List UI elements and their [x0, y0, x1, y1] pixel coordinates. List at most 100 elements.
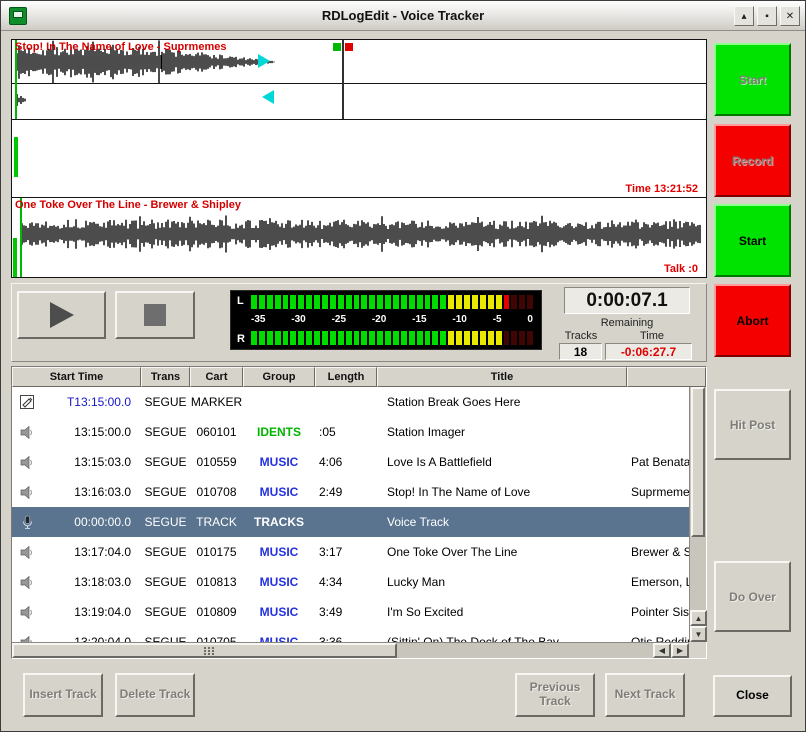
speaker-icon	[12, 575, 42, 590]
cell-group: MUSIC	[243, 605, 315, 619]
microphone-icon	[12, 515, 42, 530]
meter-segment	[354, 331, 360, 345]
waveform-pane-voice-track[interactable]: Time 13:21:52	[12, 119, 706, 198]
meter-segment	[496, 331, 502, 345]
shade-button[interactable]: ▴	[734, 6, 754, 26]
col-cart[interactable]: Cart	[190, 367, 243, 387]
play-button[interactable]	[17, 291, 106, 339]
horizontal-scrollbar-thumb[interactable]	[12, 643, 397, 658]
close-window-button[interactable]: ✕	[780, 6, 800, 26]
start-next-track-button[interactable]: Start	[714, 204, 791, 277]
waveform-pane-previous-track[interactable]: Stop! In The Name of Love - Suprmemes	[12, 40, 706, 119]
cell-trans: SEGUE	[141, 425, 190, 439]
abort-label: Abort	[737, 314, 769, 328]
window-title: RDLogEdit - Voice Tracker	[1, 8, 805, 23]
meter-segment	[361, 295, 367, 309]
table-row[interactable]: 13:15:00.0SEGUE060101IDENTS:05Station Im…	[12, 417, 689, 447]
meter-segment	[448, 331, 454, 345]
waveform-pane-next-track[interactable]: One Toke Over The Line - Brewer & Shiple…	[12, 198, 706, 277]
cell-artist: Emerson, L	[627, 575, 689, 589]
title-bar[interactable]: RDLogEdit - Voice Tracker ▴ ▪ ✕	[1, 1, 805, 31]
stop-button[interactable]	[115, 291, 195, 339]
table-row[interactable]: 13:15:03.0SEGUE010559MUSIC4:06Love Is A …	[12, 447, 689, 477]
cell-cart: 010175	[190, 545, 243, 559]
meter-segment	[425, 331, 431, 345]
right-arrow-icon: ▶	[677, 646, 683, 655]
cell-trans: SEGUE	[141, 395, 190, 409]
meter-segment	[306, 295, 312, 309]
horizontal-scroll-trough[interactable]	[397, 643, 653, 658]
vertical-scrollbar[interactable]: ▲ ▼	[689, 387, 706, 642]
meter-segment	[259, 295, 265, 309]
hit-post-button: Hit Post	[714, 389, 791, 460]
previous-track-label: Previous Track	[519, 681, 591, 709]
table-header: Start Time Trans Cart Group Length Title	[12, 367, 706, 387]
meter-segment	[275, 331, 281, 345]
table-row[interactable]: 13:18:03.0SEGUE010813MUSIC4:34Lucky ManE…	[12, 567, 689, 597]
meter-segment	[346, 331, 352, 345]
scroll-left-button[interactable]: ◀	[653, 643, 671, 658]
cell-start-time: T13:15:00.0	[42, 395, 141, 409]
table-row[interactable]: 00:00:00.0SEGUETRACKTRACKSVoice Track	[12, 507, 689, 537]
cell-title: Stop! In The Name of Love	[377, 485, 627, 499]
cell-title: Voice Track	[377, 515, 627, 529]
col-artist[interactable]	[627, 367, 706, 387]
log-table-body: T13:15:00.0SEGUEMARKERStation Break Goes…	[12, 387, 689, 642]
table-row[interactable]: T13:15:00.0SEGUEMARKERStation Break Goes…	[12, 387, 689, 417]
meter-segment	[472, 295, 478, 309]
meter-row-left	[251, 295, 533, 309]
cell-length: 3:49	[315, 605, 377, 619]
meter-segment	[432, 331, 438, 345]
horizontal-scrollbar[interactable]: ◀ ▶	[12, 642, 689, 658]
meter-scale-label: -5	[493, 314, 502, 327]
start-previous-track-button: Start	[714, 43, 791, 116]
speaker-icon	[12, 605, 42, 620]
meter-segment	[440, 295, 446, 309]
do-over-button: Do Over	[714, 561, 791, 632]
meter-segment	[251, 295, 257, 309]
scroll-right-button[interactable]: ▶	[671, 643, 689, 658]
cell-artist: Otis Reddin	[627, 635, 689, 642]
close-icon: ✕	[786, 11, 794, 22]
abort-button[interactable]: Abort	[714, 284, 791, 357]
talk-marker-right-icon[interactable]	[258, 54, 270, 68]
cell-trans: SEGUE	[141, 545, 190, 559]
vertical-scrollbar-thumb[interactable]	[691, 387, 705, 537]
meter-segment	[369, 295, 375, 309]
meter-segment	[298, 295, 304, 309]
cell-title: Station Break Goes Here	[377, 395, 627, 409]
next-track-button: Next Track	[605, 673, 685, 717]
meter-segment	[283, 331, 289, 345]
col-trans[interactable]: Trans	[141, 367, 190, 387]
scroll-up-button[interactable]: ▲	[690, 610, 707, 626]
segue-marker-line[interactable]	[342, 40, 344, 119]
segue-end-flag-icon[interactable]	[345, 43, 353, 51]
close-button[interactable]: Close	[713, 675, 792, 717]
segue-start-flag-icon[interactable]	[333, 43, 341, 51]
stop-icon	[144, 304, 166, 326]
table-row[interactable]: 13:16:03.0SEGUE010708MUSIC2:49Stop! In T…	[12, 477, 689, 507]
table-row[interactable]: 13:17:04.0SEGUE010175MUSIC3:17One Toke O…	[12, 537, 689, 567]
col-group[interactable]: Group	[243, 367, 315, 387]
table-row[interactable]: 13:20:04.0SEGUE010705MUSIC3:36(Sittin' O…	[12, 627, 689, 642]
meter-scale-label: -25	[332, 314, 346, 327]
cell-start-time: 13:15:00.0	[42, 425, 141, 439]
table-row[interactable]: 13:19:04.0SEGUE010809MUSIC3:49I'm So Exc…	[12, 597, 689, 627]
meter-segment	[298, 331, 304, 345]
cell-cart: 060101	[190, 425, 243, 439]
col-title[interactable]: Title	[377, 367, 627, 387]
cell-title: Love Is A Battlefield	[377, 455, 627, 469]
col-length[interactable]: Length	[315, 367, 377, 387]
col-start-time[interactable]: Start Time	[12, 367, 141, 387]
meter-segment	[440, 331, 446, 345]
down-arrow-icon: ▼	[695, 630, 703, 639]
cell-cart: 010813	[190, 575, 243, 589]
maximize-button[interactable]: ▪	[757, 6, 777, 26]
scroll-down-button[interactable]: ▼	[690, 626, 707, 642]
cell-length: 2:49	[315, 485, 377, 499]
speaker-icon	[12, 635, 42, 643]
cell-title: (Sittin' On) The Dock of The Bay	[377, 635, 627, 642]
talk-marker-left-icon[interactable]	[262, 90, 274, 104]
marker-icon	[12, 394, 42, 410]
meter-segment	[251, 331, 257, 345]
